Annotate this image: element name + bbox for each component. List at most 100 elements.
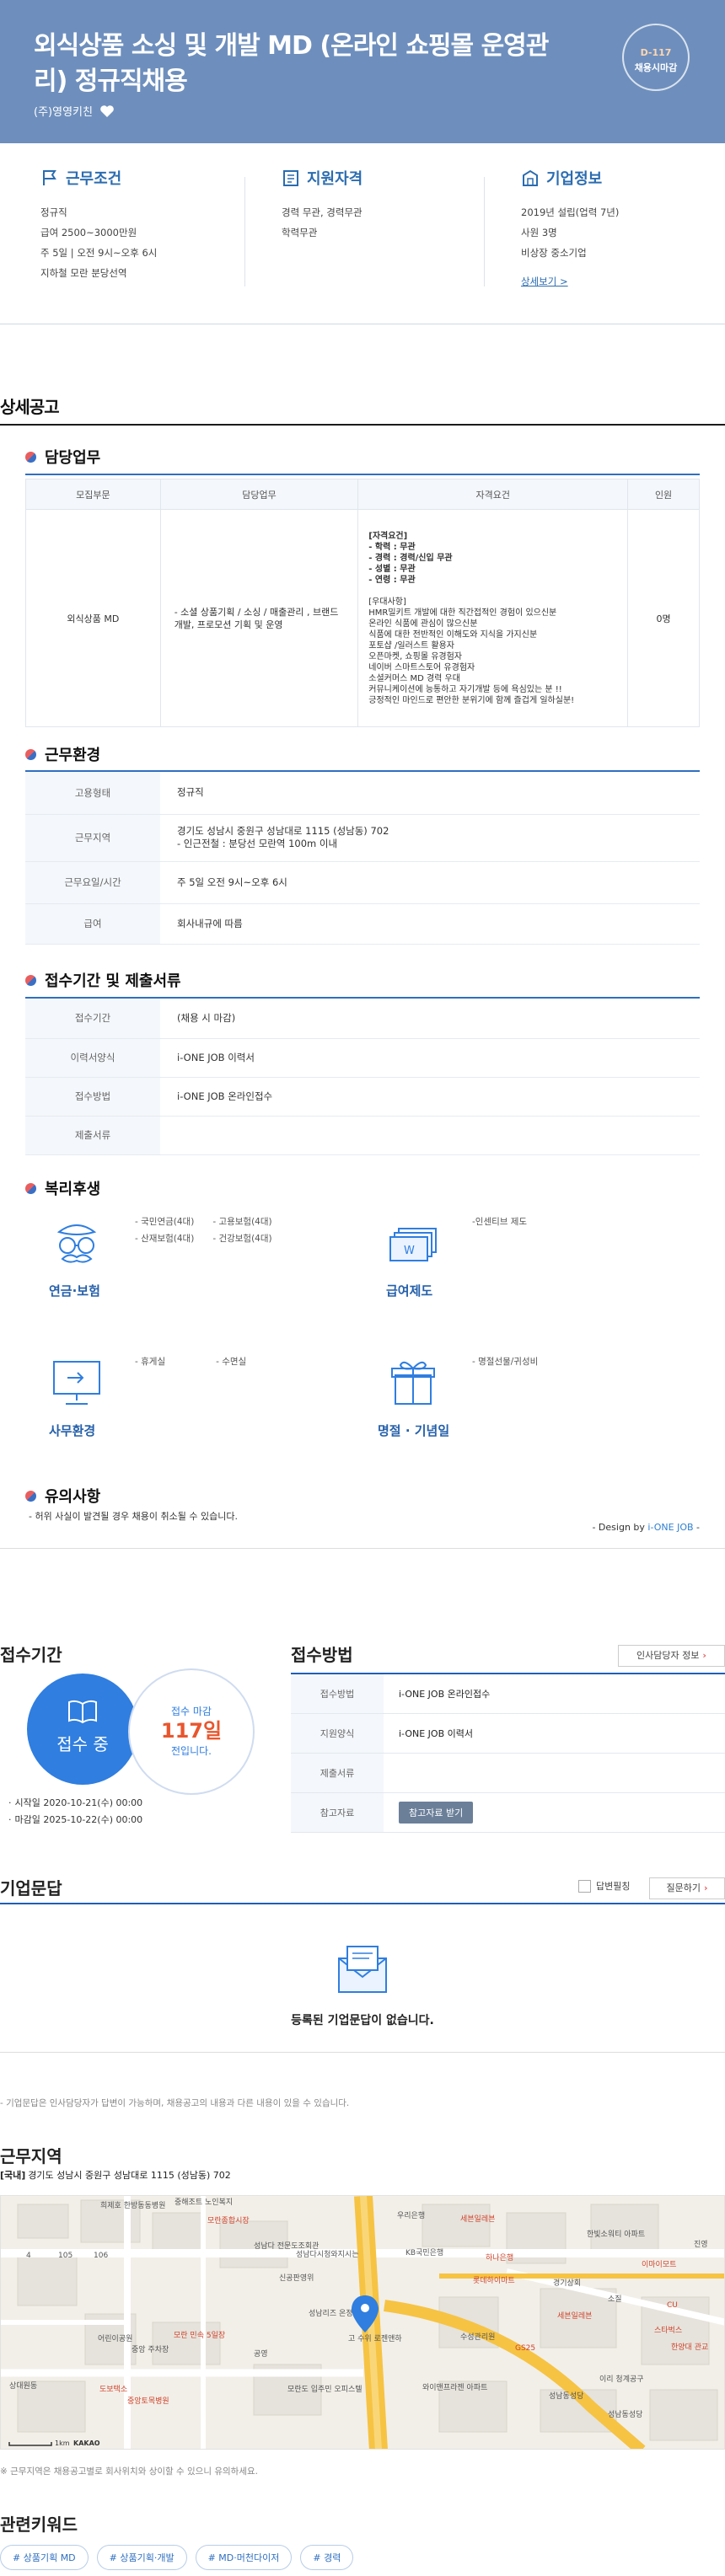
qa-note: - 기업문답은 인사담당자가 답변이 가능하며, 채용공고의 내용과 다른 내용… bbox=[0, 2098, 350, 2108]
method-title: 접수방법 bbox=[291, 1645, 353, 1665]
table-row: 외식상품 MD - 소셜 상품기획 / 소싱 / 매출관리 , 브랜드개발, 프… bbox=[25, 509, 700, 727]
heart-icon[interactable] bbox=[99, 104, 115, 118]
chevron-right-icon: › bbox=[702, 1650, 706, 1661]
hr-contact-button[interactable]: 인사담당자 정보 › bbox=[618, 1645, 725, 1667]
condition-item: 정규직 bbox=[40, 206, 67, 218]
row-value: 회사내규에 따름 bbox=[160, 903, 700, 945]
svg-text:상대원동: 상대원동 bbox=[9, 2381, 37, 2391]
envelope-icon bbox=[338, 1946, 387, 1993]
svg-text:106: 106 bbox=[94, 2252, 108, 2260]
answered-filter[interactable]: 답변필칭 bbox=[578, 1879, 630, 1893]
qualifications-list: 경력 무관, 경력무관 학력무관 bbox=[282, 202, 484, 243]
requirement-line bbox=[368, 586, 617, 597]
row-value: i-ONE JOB 이력서 bbox=[384, 1713, 725, 1754]
keyword-tag[interactable]: # 경력 bbox=[300, 2545, 354, 2570]
condition-item: 지하철 모란 분당선역 bbox=[40, 267, 127, 279]
company-name-row: (주)영영키친 bbox=[34, 103, 115, 119]
remain-label: 접수 마감 bbox=[171, 1706, 212, 1717]
row-label: 고용형태 bbox=[25, 772, 160, 815]
row-value: 정규직 bbox=[160, 772, 700, 815]
period-status: 접수 중 bbox=[56, 1734, 109, 1754]
environment-table: 고용형태 정규직 근무지역 경기도 성남시 중원구 성남대로 1115 (성남동) … bbox=[25, 772, 700, 945]
row-value: i-ONE JOB 온라인접수 bbox=[384, 1674, 725, 1714]
row-value: 주 5일 오전 9시~오후 6시 bbox=[160, 861, 700, 904]
svg-text:소질: 소질 bbox=[608, 2294, 622, 2304]
period-status-circle: 접수 중 bbox=[27, 1674, 138, 1785]
reference-download-button[interactable]: 참고자료 받기 bbox=[399, 1801, 474, 1824]
requirements-list: [자격요건] - 학력 : 무관 - 경력 : 경력/신입 무관 - 성별 : 무관 -… bbox=[358, 522, 627, 715]
welfare-label-office: 사무환경 bbox=[49, 1423, 96, 1438]
environment-heading: 근무환경 bbox=[25, 743, 100, 765]
row-label: 제출서류 bbox=[25, 1116, 160, 1155]
table-row: 근무요일/시간 주 5일 오전 9시~오후 6시 bbox=[25, 861, 700, 904]
dday-value: D-117 bbox=[640, 47, 672, 58]
welfare-item: - 휴게실 bbox=[135, 1357, 166, 1367]
welfare-items-office: - 휴게실 - 수면실 bbox=[135, 1353, 246, 1370]
remain-suffix: 전입니다. bbox=[171, 1745, 212, 1757]
table-row: 접수방법 i-ONE JOB 온라인접수 bbox=[25, 1077, 700, 1117]
svg-text:성남다시청와지시는: 성남다시청와지시는 bbox=[296, 2249, 359, 2259]
job-title: 외식상품 소싱 및 개발 MD (온라인 쇼핑몰 운영관리) 정규직채용 bbox=[34, 31, 549, 96]
welfare-items-holiday: - 명절선물/귀성비 bbox=[472, 1353, 538, 1370]
svg-text:공영: 공영 bbox=[254, 2349, 268, 2359]
qualification-item: 경력 무관, 경력무관 bbox=[282, 206, 362, 218]
row-value: 참고자료 받기 bbox=[384, 1792, 725, 1833]
clipboard-icon bbox=[283, 170, 298, 186]
condition-item: 급여 2500~3000만원 bbox=[40, 227, 137, 238]
duty-heading: 담당업무 bbox=[25, 446, 100, 468]
requirement-line: 커뮤니케이션에 능통하고 자기개발 등에 욕심있는 분 !! bbox=[368, 684, 562, 694]
requirement-line: HMR밀키트 개발에 대한 직간접적인 경험이 있으신분 bbox=[368, 608, 557, 618]
svg-text:중해조트 노인복지: 중해조트 노인복지 bbox=[175, 2198, 233, 2207]
job-header: 외식상품 소싱 및 개발 MD (온라인 쇼핑몰 운영관리) 정규직채용 (주)… bbox=[0, 0, 725, 143]
period-title: 접수기간 bbox=[0, 1645, 62, 1665]
keyword-tag[interactable]: # 상품기획 MD bbox=[0, 2545, 89, 2570]
requirement-line: 식품에 대한 전반적인 이해도와 지식을 가지신분 bbox=[368, 629, 538, 640]
svg-text:W: W bbox=[404, 1245, 415, 1257]
row-label: 접수방법 bbox=[25, 1077, 160, 1117]
table-row: 접수기간 (채용 시 마감) bbox=[25, 999, 700, 1039]
keyword-tag[interactable]: # MD·머천다이저 bbox=[195, 2545, 293, 2570]
ask-question-button[interactable]: 질문하기 › bbox=[649, 1877, 725, 1899]
company-detail-link[interactable]: 상세보기 > bbox=[521, 271, 723, 292]
keyword-tag[interactable]: # 상품기획·개발 bbox=[96, 2545, 187, 2570]
svg-text:도보택소: 도보택소 bbox=[99, 2385, 127, 2394]
welfare-items-insurance: - 국민연금(4대) - 고용보험(4대) - 산재보험(4대) - 건강보험(4대… bbox=[135, 1213, 272, 1247]
recruit-part: 외식상품 MD bbox=[25, 509, 161, 727]
company-info-item: 2019년 설립(업력 7년) bbox=[521, 206, 620, 218]
welfare-item: - 산재보험(4대) bbox=[135, 1234, 195, 1244]
keyword-list: # 상품기획 MD # 상품기획·개발 # MD·머천다이저 # 경력 bbox=[0, 2545, 354, 2570]
row-label: 근무지역 bbox=[25, 814, 160, 862]
conditions-column: 근무조건 정규직 급여 2500~3000만원 주 5일 | 오전 9시~오후 … bbox=[40, 167, 243, 283]
requirement-line: 소셜커머스 MD 경력 우대 bbox=[368, 673, 460, 683]
checkbox[interactable] bbox=[578, 1879, 591, 1893]
svg-text:어린이공원: 어린이공원 bbox=[98, 2334, 132, 2343]
table-row: 급여 회사내규에 따름 bbox=[25, 903, 700, 945]
svg-text:GS25: GS25 bbox=[515, 2344, 535, 2353]
design-credit: - Design by i-ONE JOB - bbox=[592, 1522, 700, 1533]
requirement-line: 네이버 스마트스토어 유경험자 bbox=[368, 662, 475, 672]
open-book-icon bbox=[68, 1700, 97, 1724]
workplace-address: 경기도 성남시 중원구 성남대로 1115 (성남동) 702 bbox=[177, 825, 389, 837]
row-label: 이력서양식 bbox=[25, 1038, 160, 1078]
qualifications-heading: 지원자격 bbox=[282, 167, 484, 189]
location-map[interactable]: 희제호 한방동동병원 중해조트 노인복지 모란종합시장 우리은행 세븐일레븐 한… bbox=[0, 2195, 725, 2450]
row-value: 경기도 성남시 중원구 성남대로 1115 (성남동) 702- 인근전철 : … bbox=[160, 814, 700, 862]
row-label: 접수기간 bbox=[25, 999, 160, 1039]
map-canvas[interactable]: 희제호 한방동동병원 중해조트 노인복지 모란종합시장 우리은행 세븐일레븐 한… bbox=[1, 2196, 725, 2450]
table-row: 이력서양식 i-ONE JOB 이력서 bbox=[25, 1038, 700, 1078]
company-info-item: 사원 3명 bbox=[521, 227, 557, 238]
company-info-column: 기업정보 2019년 설립(업력 7년) 사원 3명 비상장 중소기업 상세보기… bbox=[521, 167, 723, 292]
remain-days: 117일 bbox=[160, 1719, 223, 1743]
requirement-line: - 경력 : 경력/신입 무관 bbox=[368, 553, 453, 563]
map-title: 근무지역 bbox=[0, 2146, 62, 2166]
requirement-line: - 성별 : 무관 bbox=[368, 564, 416, 574]
svg-text:경기상회: 경기상회 bbox=[553, 2278, 581, 2288]
divider bbox=[244, 177, 245, 287]
svg-text:105: 105 bbox=[58, 2252, 72, 2260]
section-rule bbox=[25, 474, 700, 475]
nearby-subway: - 인근전철 : 분당선 모란역 100m 이내 bbox=[177, 838, 338, 849]
map-address: [국내] 경기도 성남시 중원구 성남대로 1115 (성남동) 702 bbox=[0, 2170, 231, 2181]
company-name[interactable]: (주)영영키친 bbox=[34, 103, 93, 119]
job-summary: 근무조건 정규직 급여 2500~3000만원 주 5일 | 오전 9시~오후 … bbox=[0, 143, 725, 324]
table-row: 접수방법 i-ONE JOB 온라인접수 bbox=[291, 1674, 725, 1714]
